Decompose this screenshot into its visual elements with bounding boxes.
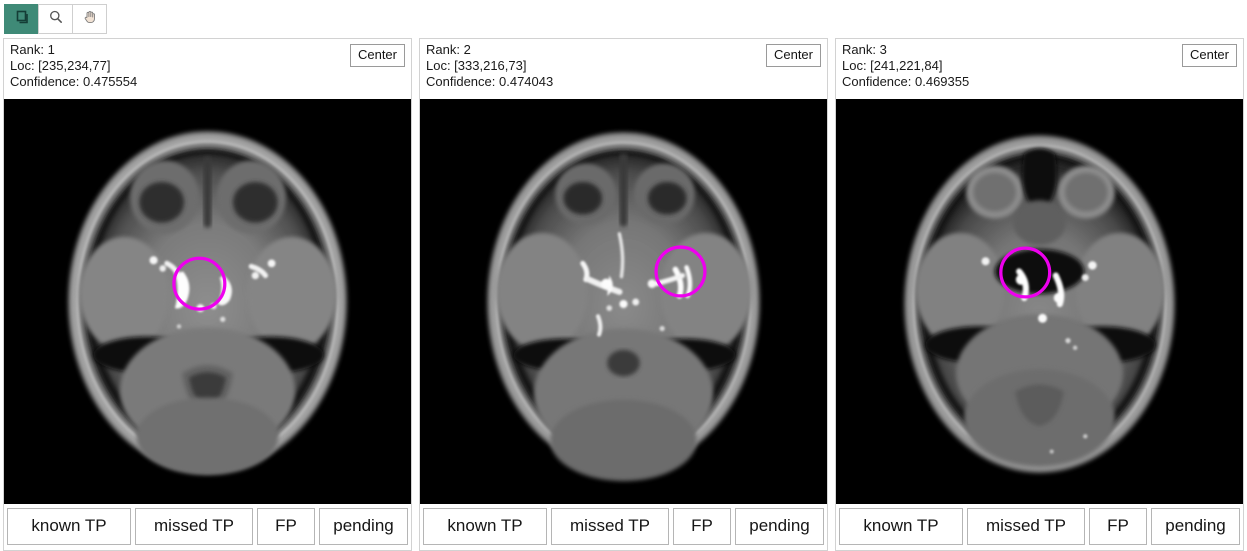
known-tp-button-3[interactable]: known TP: [839, 508, 963, 545]
known-tp-button-1[interactable]: known TP: [7, 508, 131, 545]
classification-bar-1: known TP missed TP FP pending: [4, 504, 411, 550]
window-level-tool-button[interactable]: [4, 4, 39, 34]
pan-tool-button[interactable]: [72, 4, 107, 34]
confidence-label-2: Confidence: 0.474043: [426, 74, 554, 89]
image-viewport-3[interactable]: [836, 99, 1243, 504]
center-button-1[interactable]: Center: [349, 44, 405, 67]
layers-icon: [14, 9, 30, 30]
zoom-tool-button[interactable]: [38, 4, 73, 34]
missed-tp-button-1[interactable]: missed TP: [135, 508, 253, 545]
candidate-panel-1: Rank: 1 Loc: [235,234,77] Confidence: 0.…: [3, 38, 412, 551]
candidate-header-3: Rank: 3 Loc: [241,221,84] Confidence: 0.…: [836, 39, 1243, 99]
rank-label-1: Rank: 1: [10, 42, 55, 57]
rank-label-3: Rank: 3: [842, 42, 887, 57]
confidence-label-3: Confidence: 0.469355: [842, 74, 970, 89]
pending-button-1[interactable]: pending: [319, 508, 408, 545]
hand-icon: [82, 9, 98, 30]
pending-button-3[interactable]: pending: [1151, 508, 1240, 545]
viewer-toolbar: [4, 4, 107, 34]
aneurysm-review-app: Rank: 1 Loc: [235,234,77] Confidence: 0.…: [0, 0, 1247, 551]
magnifier-icon: [48, 9, 64, 30]
candidate-header-1: Rank: 1 Loc: [235,234,77] Confidence: 0.…: [4, 39, 411, 99]
image-viewport-1[interactable]: [4, 99, 411, 504]
fp-button-3[interactable]: FP: [1089, 508, 1147, 545]
location-label-2: Loc: [333,216,73]: [426, 58, 527, 73]
classification-bar-2: known TP missed TP FP pending: [420, 504, 827, 550]
missed-tp-button-3[interactable]: missed TP: [967, 508, 1085, 545]
known-tp-button-2[interactable]: known TP: [423, 508, 547, 545]
image-viewport-2[interactable]: [420, 99, 827, 504]
missed-tp-button-2[interactable]: missed TP: [551, 508, 669, 545]
center-button-3[interactable]: Center: [1181, 44, 1237, 67]
center-button-2[interactable]: Center: [765, 44, 821, 67]
classification-bar-3: known TP missed TP FP pending: [836, 504, 1243, 550]
candidate-panel-2: Rank: 2 Loc: [333,216,73] Confidence: 0.…: [419, 38, 828, 551]
fp-button-1[interactable]: FP: [257, 508, 315, 545]
candidate-panels-row: Rank: 1 Loc: [235,234,77] Confidence: 0.…: [0, 38, 1247, 551]
rank-label-2: Rank: 2: [426, 42, 471, 57]
location-label-1: Loc: [235,234,77]: [10, 58, 111, 73]
location-label-3: Loc: [241,221,84]: [842, 58, 943, 73]
fp-button-2[interactable]: FP: [673, 508, 731, 545]
candidate-header-2: Rank: 2 Loc: [333,216,73] Confidence: 0.…: [420, 39, 827, 99]
candidate-panel-3: Rank: 3 Loc: [241,221,84] Confidence: 0.…: [835, 38, 1244, 551]
pending-button-2[interactable]: pending: [735, 508, 824, 545]
confidence-label-1: Confidence: 0.475554: [10, 74, 138, 89]
